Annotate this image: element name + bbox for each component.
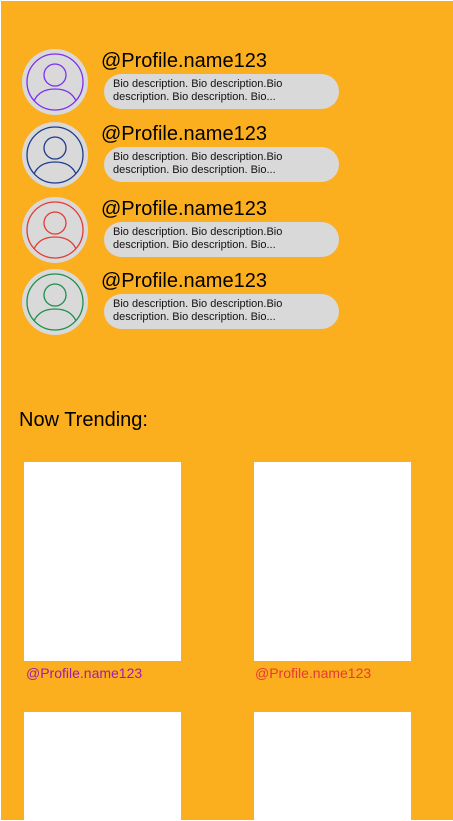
trending-card[interactable] [24, 462, 181, 661]
user-icon [26, 201, 84, 259]
user-icon [26, 273, 84, 331]
profile-name[interactable]: @Profile.name123 [101, 269, 267, 293]
trending-card[interactable] [24, 712, 181, 820]
section-title: Now Trending: [19, 409, 148, 431]
profile-name[interactable]: @Profile.name123 [101, 197, 267, 221]
avatar[interactable] [22, 122, 88, 188]
trending-card[interactable] [254, 712, 411, 820]
profile-row[interactable]: @Profile.name123 Bio description. Bio de… [22, 122, 362, 188]
bio-description: Bio description. Bio description.Bio des… [104, 74, 339, 109]
avatar[interactable] [22, 197, 88, 263]
user-icon [26, 126, 84, 184]
trending-profile-name[interactable]: @Profile.name123 [26, 664, 142, 682]
bio-description: Bio description. Bio description.Bio des… [104, 294, 339, 329]
trending-profile-name[interactable]: @Profile.name123 [255, 664, 371, 682]
profile-row[interactable]: @Profile.name123 Bio description. Bio de… [22, 269, 362, 335]
bio-description: Bio description. Bio description.Bio des… [104, 222, 339, 257]
profile-row[interactable]: @Profile.name123 Bio description. Bio de… [22, 197, 362, 263]
avatar[interactable] [22, 49, 88, 115]
profile-row[interactable]: @Profile.name123 Bio description. Bio de… [22, 49, 362, 115]
trending-card[interactable] [254, 462, 411, 661]
profile-name[interactable]: @Profile.name123 [101, 49, 267, 73]
profile-name[interactable]: @Profile.name123 [101, 122, 267, 146]
avatar[interactable] [22, 269, 88, 335]
user-icon [26, 53, 84, 111]
app-screen: @Profile.name123 Bio description. Bio de… [1, 1, 453, 820]
bio-description: Bio description. Bio description.Bio des… [104, 147, 339, 182]
